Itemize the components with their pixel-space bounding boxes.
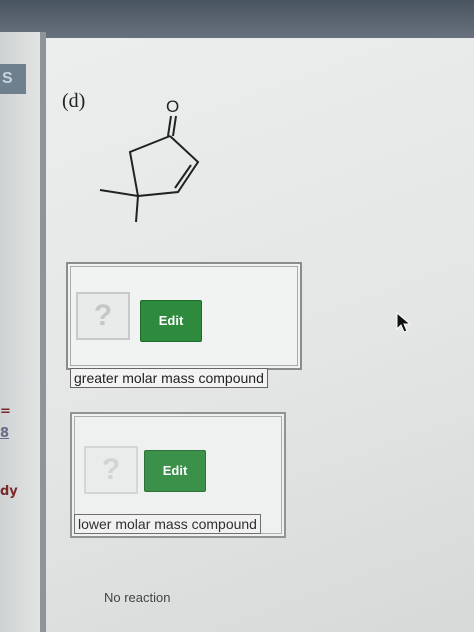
mouse-pointer-icon	[396, 312, 412, 333]
structure-placeholder[interactable]: ?	[76, 292, 130, 340]
greater-molar-mass-box: ? Edit greater molar mass compound	[66, 262, 302, 388]
edit-button[interactable]: Edit	[140, 300, 202, 342]
sidebar-tab[interactable]: S	[0, 64, 26, 94]
lower-molar-mass-box: ? Edit lower molar mass compound	[70, 412, 286, 538]
question-panel: (d) O ? Edit greater molar mass compound…	[46, 38, 474, 632]
sidebar-fragment: =	[0, 404, 11, 419]
no-reaction-label[interactable]: No reaction	[104, 590, 170, 605]
sidebar-fragment[interactable]: 8	[0, 426, 9, 441]
lower-molar-mass-caption: lower molar mass compound	[74, 514, 261, 534]
sidebar-fragment: dy	[0, 484, 18, 499]
greater-molar-mass-caption: greater molar mass compound	[70, 368, 268, 388]
edit-button[interactable]: Edit	[144, 450, 206, 492]
structure-placeholder[interactable]: ?	[84, 446, 138, 494]
part-label: (d)	[62, 90, 86, 112]
molecule-structure: O	[99, 97, 200, 223]
oxygen-label: O	[166, 97, 179, 116]
sidebar: S = 8 dy	[0, 32, 46, 632]
